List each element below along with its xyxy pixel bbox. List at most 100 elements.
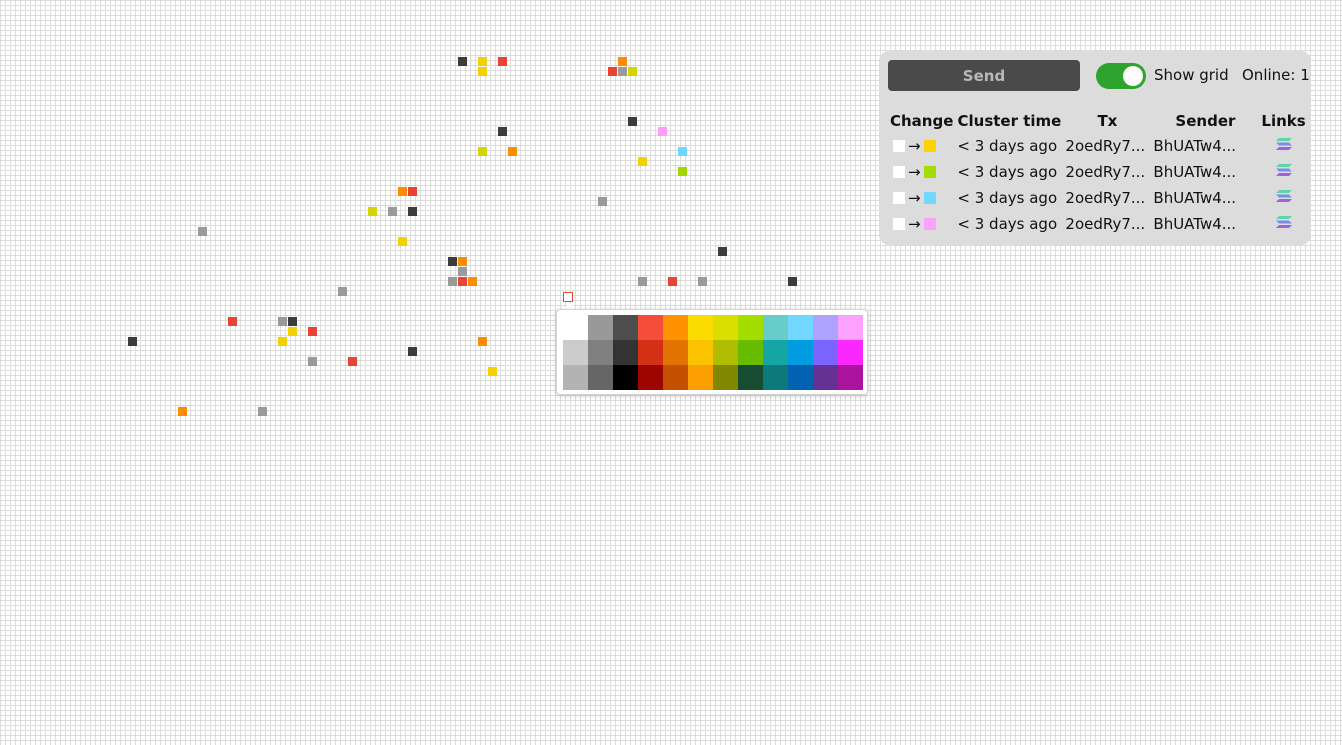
color-swatch[interactable] xyxy=(763,365,788,390)
sender-cell[interactable]: BhUATw4... xyxy=(1151,159,1259,185)
color-swatch[interactable] xyxy=(613,365,638,390)
canvas-pixel[interactable] xyxy=(668,277,677,286)
canvas-pixel[interactable] xyxy=(398,237,407,246)
color-swatch[interactable] xyxy=(563,365,588,390)
canvas-pixel[interactable] xyxy=(618,57,627,66)
canvas-pixel[interactable] xyxy=(258,407,267,416)
color-swatch[interactable] xyxy=(663,340,688,365)
color-swatch[interactable] xyxy=(688,315,713,340)
selected-pixel-cursor[interactable] xyxy=(563,292,573,302)
canvas-pixel[interactable] xyxy=(718,247,727,256)
color-swatch[interactable] xyxy=(663,365,688,390)
color-swatch[interactable] xyxy=(838,340,863,365)
color-swatch[interactable] xyxy=(663,315,688,340)
sender-cell[interactable]: BhUATw4... xyxy=(1151,185,1259,211)
color-swatch[interactable] xyxy=(613,340,638,365)
canvas-pixel[interactable] xyxy=(278,317,287,326)
solana-explorer-link-icon[interactable] xyxy=(1275,188,1293,204)
tx-cell[interactable]: 2oedRy7... xyxy=(1063,211,1151,237)
canvas-pixel[interactable] xyxy=(628,67,637,76)
canvas-pixel[interactable] xyxy=(678,167,687,176)
color-swatch[interactable] xyxy=(563,315,588,340)
canvas-pixel[interactable] xyxy=(678,147,687,156)
canvas-pixel[interactable] xyxy=(498,127,507,136)
color-swatch[interactable] xyxy=(788,365,813,390)
color-swatch[interactable] xyxy=(713,340,738,365)
color-swatch[interactable] xyxy=(738,340,763,365)
canvas-pixel[interactable] xyxy=(308,327,317,336)
canvas-pixel[interactable] xyxy=(178,407,187,416)
canvas-pixel[interactable] xyxy=(448,257,457,266)
solana-explorer-link-icon[interactable] xyxy=(1275,162,1293,178)
sender-cell[interactable]: BhUATw4... xyxy=(1151,133,1259,159)
canvas-pixel[interactable] xyxy=(638,277,647,286)
canvas-pixel[interactable] xyxy=(458,257,467,266)
color-swatch[interactable] xyxy=(738,315,763,340)
color-swatch[interactable] xyxy=(838,365,863,390)
canvas-pixel[interactable] xyxy=(638,157,647,166)
canvas-pixel[interactable] xyxy=(308,357,317,366)
canvas-pixel[interactable] xyxy=(368,207,377,216)
color-swatch[interactable] xyxy=(563,340,588,365)
color-swatch[interactable] xyxy=(588,340,613,365)
tx-cell[interactable]: 2oedRy7... xyxy=(1063,159,1151,185)
canvas-pixel[interactable] xyxy=(458,267,467,276)
color-swatch[interactable] xyxy=(788,340,813,365)
canvas-pixel[interactable] xyxy=(478,67,487,76)
color-swatch[interactable] xyxy=(813,315,838,340)
canvas-pixel[interactable] xyxy=(458,277,467,286)
canvas-pixel[interactable] xyxy=(488,367,497,376)
canvas-pixel[interactable] xyxy=(618,67,627,76)
canvas-pixel[interactable] xyxy=(658,127,667,136)
canvas-pixel[interactable] xyxy=(128,337,137,346)
color-swatch[interactable] xyxy=(763,315,788,340)
show-grid-toggle[interactable] xyxy=(1096,63,1146,89)
color-swatch[interactable] xyxy=(713,315,738,340)
canvas-pixel[interactable] xyxy=(228,317,237,326)
color-swatch[interactable] xyxy=(613,315,638,340)
canvas-pixel[interactable] xyxy=(498,57,507,66)
tx-cell[interactable]: 2oedRy7... xyxy=(1063,133,1151,159)
tx-cell[interactable]: 2oedRy7... xyxy=(1063,185,1151,211)
color-swatch[interactable] xyxy=(688,365,713,390)
color-swatch[interactable] xyxy=(763,340,788,365)
color-swatch[interactable] xyxy=(813,365,838,390)
canvas-pixel[interactable] xyxy=(348,357,357,366)
canvas-pixel[interactable] xyxy=(458,57,467,66)
canvas-pixel[interactable] xyxy=(408,347,417,356)
canvas-pixel[interactable] xyxy=(478,337,487,346)
send-button[interactable]: Send xyxy=(888,60,1080,91)
canvas-pixel[interactable] xyxy=(698,277,707,286)
solana-explorer-link-icon[interactable] xyxy=(1275,214,1293,230)
canvas-pixel[interactable] xyxy=(608,67,617,76)
canvas-pixel[interactable] xyxy=(468,277,477,286)
sender-cell[interactable]: BhUATw4... xyxy=(1151,211,1259,237)
color-swatch[interactable] xyxy=(738,365,763,390)
color-swatch[interactable] xyxy=(788,315,813,340)
color-swatch[interactable] xyxy=(638,365,663,390)
canvas-pixel[interactable] xyxy=(478,147,487,156)
canvas-pixel[interactable] xyxy=(478,57,487,66)
canvas-pixel[interactable] xyxy=(448,277,457,286)
color-swatch[interactable] xyxy=(588,365,613,390)
color-swatch[interactable] xyxy=(588,315,613,340)
color-swatch[interactable] xyxy=(688,340,713,365)
canvas-pixel[interactable] xyxy=(628,117,637,126)
color-swatch[interactable] xyxy=(638,340,663,365)
canvas-pixel[interactable] xyxy=(288,317,297,326)
canvas-pixel[interactable] xyxy=(198,227,207,236)
color-swatch[interactable] xyxy=(638,315,663,340)
color-swatch[interactable] xyxy=(713,365,738,390)
solana-explorer-link-icon[interactable] xyxy=(1275,136,1293,152)
canvas-pixel[interactable] xyxy=(408,207,417,216)
color-swatch[interactable] xyxy=(813,340,838,365)
canvas-pixel[interactable] xyxy=(398,187,407,196)
canvas-pixel[interactable] xyxy=(388,207,397,216)
color-swatch[interactable] xyxy=(838,315,863,340)
canvas-pixel[interactable] xyxy=(288,327,297,336)
canvas-pixel[interactable] xyxy=(338,287,347,296)
canvas-pixel[interactable] xyxy=(598,197,607,206)
canvas-pixel[interactable] xyxy=(408,187,417,196)
canvas-pixel[interactable] xyxy=(788,277,797,286)
canvas-pixel[interactable] xyxy=(278,337,287,346)
